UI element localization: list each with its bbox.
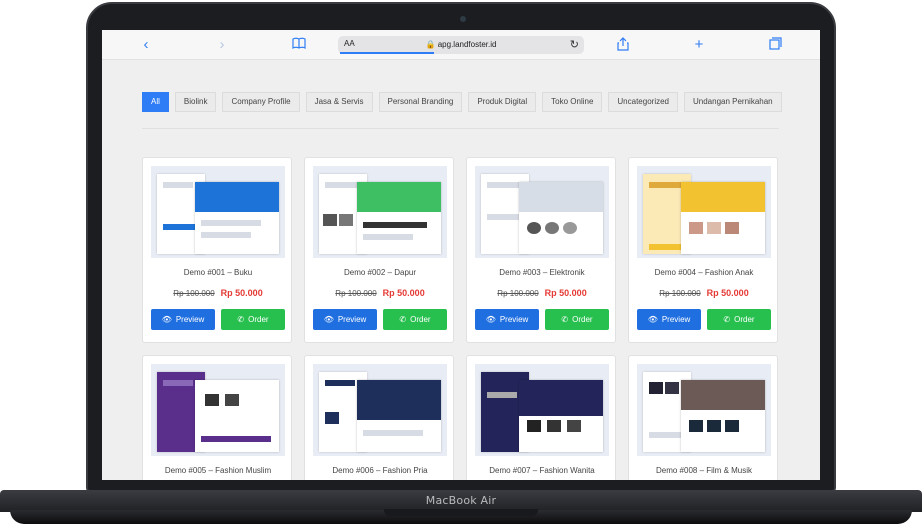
preview-button[interactable]: 👁 Preview — [313, 309, 377, 330]
product-card[interactable]: Demo #002 – Dapur Rp 100.000 Rp 50.000 👁 P… — [304, 157, 454, 343]
product-title: Demo #008 – Film & Musik — [655, 466, 753, 475]
browser-toolbar: ‹ › AA 🔒 apg.landfoster.id ↻ + — [102, 30, 820, 60]
whatsapp-icon: ✆ — [237, 315, 245, 324]
original-price: Rp 100.000 — [659, 289, 701, 298]
product-thumbnail[interactable] — [151, 166, 285, 258]
order-button[interactable]: ✆ Order — [383, 309, 447, 330]
product-thumbnail[interactable] — [475, 166, 609, 258]
product-title: Demo #001 – Buku — [183, 268, 253, 277]
filter-all[interactable]: All — [142, 92, 169, 112]
product-thumbnail[interactable] — [637, 364, 771, 456]
filter-jasa-servis[interactable]: Jasa & Servis — [305, 92, 373, 112]
filter-uncategorized[interactable]: Uncategorized — [608, 92, 678, 112]
address-bar[interactable]: AA 🔒 apg.landfoster.id ↻ — [338, 36, 584, 54]
product-card[interactable]: Demo #007 – Fashion Wanita — [466, 355, 616, 480]
price-row: Rp 100.000 Rp 50.000 — [305, 288, 455, 298]
url-text: 🔒 apg.landfoster.id — [425, 40, 497, 49]
filter-personal-branding[interactable]: Personal Branding — [378, 92, 463, 112]
screen: ‹ › AA 🔒 apg.landfoster.id ↻ + All Bioli… — [102, 30, 820, 480]
product-thumbnail[interactable] — [313, 364, 447, 456]
order-button[interactable]: ✆ Order — [221, 309, 285, 330]
product-thumbnail[interactable] — [637, 166, 771, 258]
product-thumbnail[interactable] — [313, 166, 447, 258]
eye-icon: 👁 — [161, 315, 172, 324]
tabs-icon[interactable] — [766, 37, 784, 53]
price-row: Rp 100.000 Rp 50.000 — [143, 288, 293, 298]
device-brand-label: MacBook Air — [425, 494, 497, 507]
product-title: Demo #002 – Dapur — [343, 268, 417, 277]
filter-toko-online[interactable]: Toko Online — [542, 92, 603, 112]
product-title: Demo #007 – Fashion Wanita — [489, 466, 595, 475]
whatsapp-icon: ✆ — [561, 315, 569, 324]
camera — [460, 16, 466, 22]
chevron-right-icon[interactable]: › — [213, 37, 231, 53]
original-price: Rp 100.000 — [173, 289, 215, 298]
price-row: Rp 100.000 Rp 50.000 — [629, 288, 779, 298]
product-title: Demo #005 – Fashion Muslim — [164, 466, 272, 475]
product-card[interactable]: Demo #004 – Fashion Anak Rp 100.000 Rp 50… — [628, 157, 778, 343]
book-icon[interactable] — [290, 37, 308, 53]
product-card[interactable]: Demo #005 – Fashion Muslim — [142, 355, 292, 480]
laptop-frame: ‹ › AA 🔒 apg.landfoster.id ↻ + All Bioli… — [0, 0, 922, 530]
preview-button[interactable]: 👁 Preview — [637, 309, 701, 330]
filter-company-profile[interactable]: Company Profile — [222, 92, 300, 112]
eye-icon: 👁 — [485, 315, 496, 324]
filter-produk-digital[interactable]: Produk Digital — [468, 92, 537, 112]
whatsapp-icon: ✆ — [723, 315, 731, 324]
product-card[interactable]: Demo #008 – Film & Musik — [628, 355, 778, 480]
category-filter-bar: All Biolink Company Profile Jasa & Servi… — [142, 92, 782, 114]
preview-button[interactable]: 👁 Preview — [475, 309, 539, 330]
sale-price: Rp 50.000 — [220, 288, 263, 298]
product-thumbnail[interactable] — [151, 364, 285, 456]
preview-button[interactable]: 👁 Preview — [151, 309, 215, 330]
order-button[interactable]: ✆ Order — [545, 309, 609, 330]
reload-icon[interactable]: ↻ — [570, 38, 579, 51]
product-thumbnail[interactable] — [475, 364, 609, 456]
product-title: Demo #003 – Elektronik — [499, 268, 585, 277]
load-progress-bar — [340, 52, 434, 54]
product-title: Demo #004 – Fashion Anak — [654, 268, 754, 277]
product-title: Demo #006 – Fashion Pria — [332, 466, 428, 475]
order-button[interactable]: ✆ Order — [707, 309, 771, 330]
sale-price: Rp 50.000 — [544, 288, 587, 298]
original-price: Rp 100.000 — [335, 289, 377, 298]
product-card[interactable]: Demo #003 – Elektronik Rp 100.000 Rp 50.0… — [466, 157, 616, 343]
price-row: Rp 100.000 Rp 50.000 — [467, 288, 617, 298]
sale-price: Rp 50.000 — [706, 288, 749, 298]
share-icon[interactable] — [614, 37, 632, 53]
product-card[interactable]: Demo #006 – Fashion Pria — [304, 355, 454, 480]
filter-undangan-pernikahan[interactable]: Undangan Pernikahan — [684, 92, 782, 112]
plus-icon[interactable]: + — [690, 37, 708, 53]
filter-biolink[interactable]: Biolink — [174, 92, 217, 112]
sale-price: Rp 50.000 — [382, 288, 425, 298]
eye-icon: 👁 — [323, 315, 334, 324]
whatsapp-icon: ✆ — [399, 315, 407, 324]
divider — [142, 128, 779, 129]
chevron-left-icon[interactable]: ‹ — [137, 37, 155, 53]
eye-icon: 👁 — [647, 315, 658, 324]
laptop-notch — [384, 509, 538, 516]
product-card[interactable]: Demo #001 – Buku Rp 100.000 Rp 50.000 👁 Pr… — [142, 157, 292, 343]
original-price: Rp 100.000 — [497, 289, 539, 298]
